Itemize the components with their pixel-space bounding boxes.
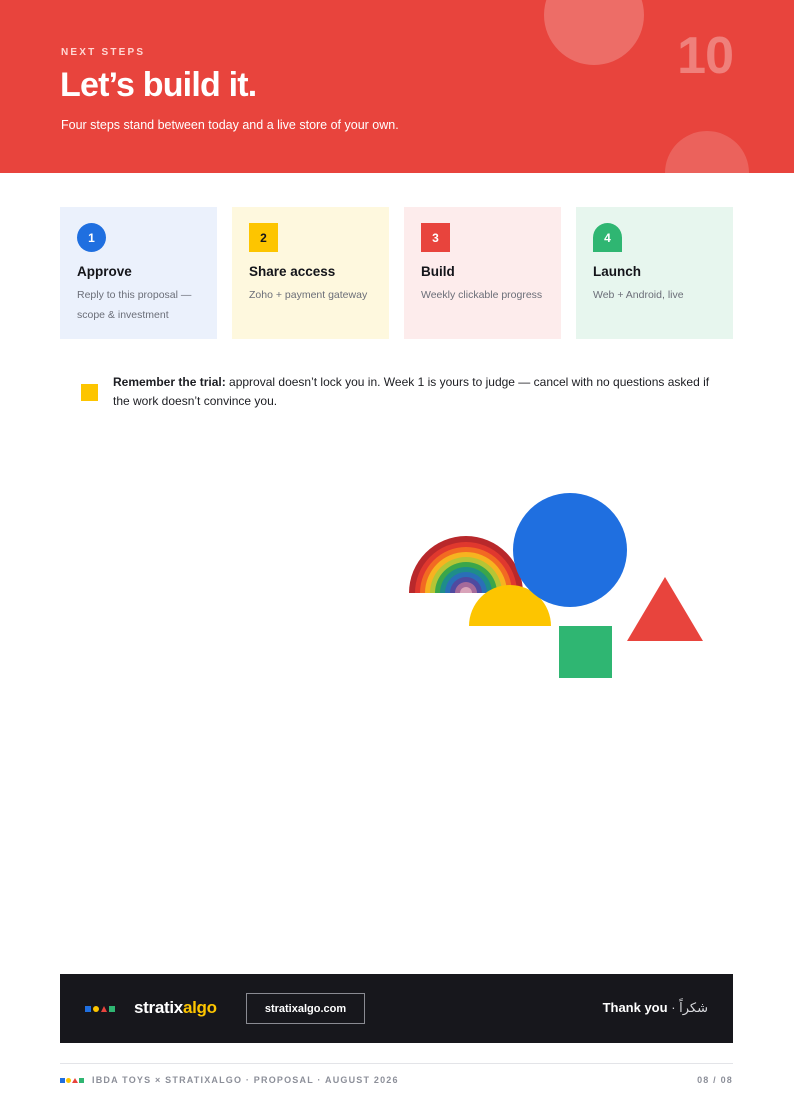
page-title: Let’s build it.: [60, 66, 257, 104]
step-title: Launch: [593, 264, 642, 279]
step-description: Zoho + payment gateway: [249, 289, 368, 301]
decorative-circle: [665, 131, 749, 173]
step-title: Share access: [249, 264, 336, 279]
thanks-separator: ·: [667, 1000, 680, 1015]
step-card-share-access: 2 Share access Zoho + payment gateway: [232, 207, 389, 339]
green-square-shape: [559, 626, 612, 678]
brand-logo-prefix: stratix: [134, 998, 183, 1017]
website-link-button[interactable]: stratixalgo.com: [246, 993, 365, 1024]
footer-divider: [60, 1063, 733, 1064]
section-kicker: NEXT STEPS: [61, 47, 146, 58]
step-description: Reply to this proposal — scope & investm…: [77, 289, 192, 321]
step-number-badge: 2: [249, 223, 278, 252]
steps-list: 1 Approve Reply to this proposal — scope…: [60, 207, 733, 339]
step-description: Weekly clickable progress: [421, 289, 543, 301]
step-number-badge: 4: [593, 223, 622, 252]
section-number: 10: [677, 27, 734, 85]
thanks-arabic: شكراً: [679, 1000, 708, 1015]
yellow-square-icon: [81, 384, 98, 401]
thank-you-text: Thank you · شكراً: [603, 1000, 708, 1016]
brand-logo: stratixalgo: [134, 998, 217, 1018]
proposal-meta-text: IBDA TOYS × STRATIXALGO · PROPOSAL · AUG…: [92, 1075, 399, 1085]
brand-shapes-icon: [60, 1077, 84, 1083]
step-title: Build: [421, 264, 455, 279]
footer-bar: stratixalgo stratixalgo.com Thank you · …: [60, 974, 733, 1043]
trial-note: Remember the trial: approval doesn’t loc…: [81, 373, 721, 411]
hero-header: NEXT STEPS Let’s build it. Four steps st…: [0, 0, 794, 173]
decorative-circle: [544, 0, 644, 65]
step-card-build: 3 Build Weekly clickable progress: [404, 207, 561, 339]
step-title: Approve: [77, 264, 132, 279]
step-description: Web + Android, live: [593, 289, 684, 301]
page-indicator: 08 / 08: [697, 1075, 733, 1085]
footer-meta: IBDA TOYS × STRATIXALGO · PROPOSAL · AUG…: [60, 1075, 399, 1085]
thanks-english: Thank you: [602, 1000, 668, 1015]
red-triangle-shape: [627, 577, 703, 641]
step-card-launch: 4 Launch Web + Android, live: [576, 207, 733, 339]
trial-note-lead: Remember the trial:: [113, 375, 226, 389]
step-number-badge: 1: [77, 223, 106, 252]
trial-note-text: Remember the trial: approval doesn’t loc…: [113, 373, 721, 411]
blue-circle-shape: [513, 493, 627, 607]
brand-logo-suffix: algo: [182, 998, 217, 1017]
step-number-badge: 3: [421, 223, 450, 252]
step-card-approve: 1 Approve Reply to this proposal — scope…: [60, 207, 217, 339]
toy-shapes-illustration: [409, 493, 703, 678]
page-subtitle: Four steps stand between today and a liv…: [61, 118, 399, 132]
brand-shapes-icon: [85, 1006, 115, 1012]
